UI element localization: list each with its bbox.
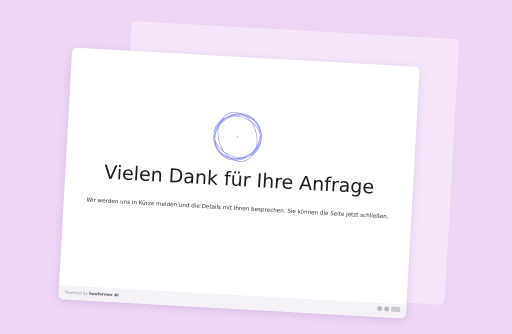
info-icon[interactable]: [377, 305, 383, 312]
page-background: Vielen Dank für Ihre Anfrage Wir werden …: [0, 0, 512, 334]
language-icon[interactable]: [391, 306, 401, 313]
footer-icons: [377, 305, 401, 313]
card-footer: Powered by bauformer AI: [58, 285, 407, 319]
powered-by-brand-link[interactable]: bauformer AI: [89, 291, 119, 298]
powered-by: Powered by bauformer AI: [65, 289, 119, 297]
shield-icon[interactable]: [384, 306, 390, 312]
confirmation-message: Wir werden uns in Kürze melden und die D…: [86, 197, 389, 221]
confirmation-card: Vielen Dank für Ihre Anfrage Wir werden …: [58, 47, 420, 319]
brand-logo-icon: [213, 111, 262, 162]
powered-by-label: Powered by: [64, 289, 88, 296]
confirmation-title: Vielen Dank für Ihre Anfrage: [103, 161, 375, 199]
